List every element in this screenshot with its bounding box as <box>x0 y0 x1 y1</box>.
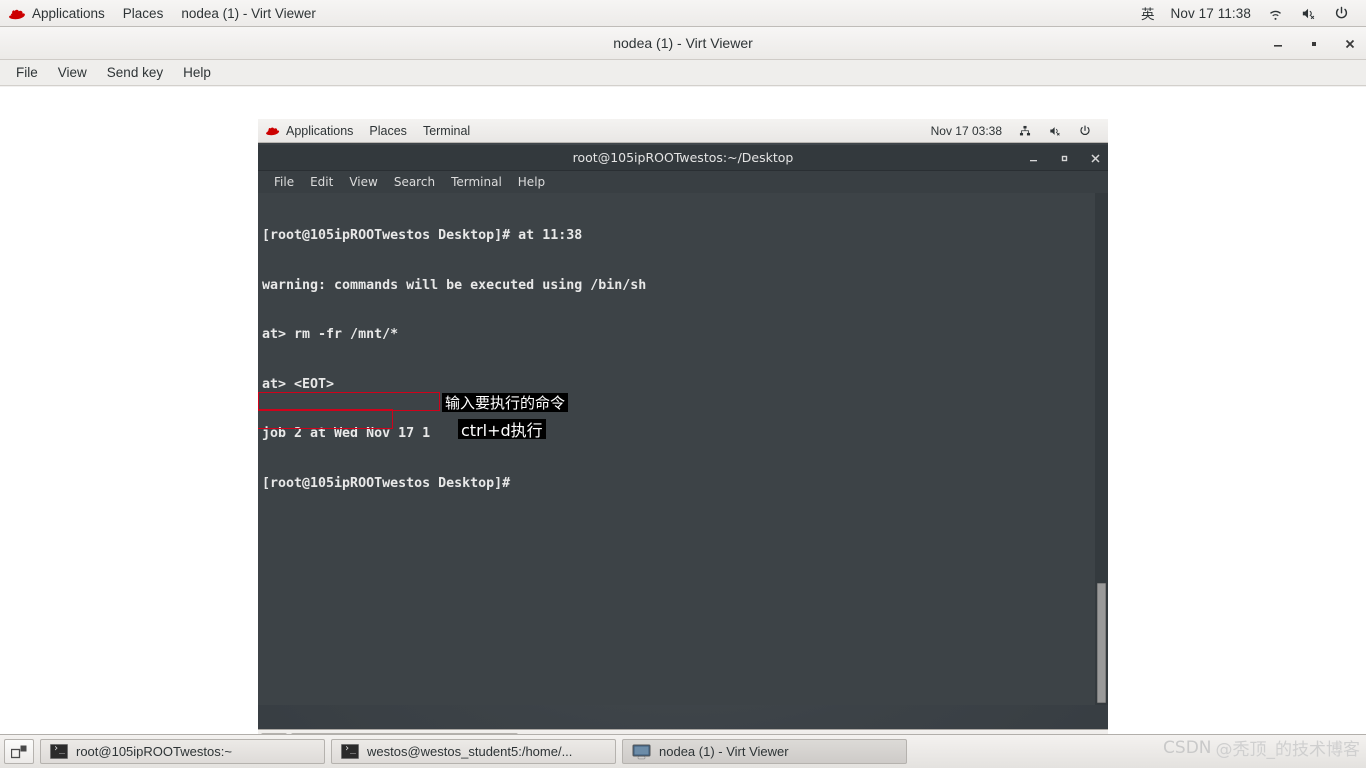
terminal-menu-view[interactable]: View <box>341 174 385 190</box>
watermark-brand: CSDN <box>1163 737 1212 758</box>
watermark-author: @秃顶_的技术博客 <box>1215 740 1361 760</box>
terminal-line: warning: commands will be executed using… <box>262 277 647 293</box>
host-places-menu[interactable]: Places <box>114 0 173 26</box>
vm-top-panel: Applications Places Terminal Nov 17 03:3… <box>258 119 1108 143</box>
vm-places-menu[interactable]: Places <box>361 119 415 142</box>
menu-help[interactable]: Help <box>173 63 221 82</box>
terminal-line: job 2 at Wed Nov 17 1 <box>262 426 431 441</box>
virt-viewer-window: nodea (1) - Virt Viewer File View Send k… <box>0 27 1366 756</box>
vm-applications-label: Applications <box>286 123 354 138</box>
minimize-icon[interactable] <box>1270 36 1286 52</box>
terminal-menu-search[interactable]: Search <box>386 174 443 190</box>
close-icon[interactable] <box>1342 36 1358 52</box>
menu-file[interactable]: File <box>6 63 48 82</box>
terminal-line: at> <EOT> <box>262 376 335 392</box>
terminal-icon <box>341 743 359 759</box>
terminal-scrollbar-thumb[interactable] <box>1097 583 1106 703</box>
network-icon[interactable] <box>1010 119 1040 142</box>
terminal-body[interactable]: [root@105ipROOTwestos Desktop]# at 11:38… <box>258 193 1108 705</box>
power-icon[interactable] <box>1325 0 1358 26</box>
host-taskbar-item-3-label: nodea (1) - Virt Viewer <box>659 744 789 759</box>
host-applications-label: Applications <box>32 5 105 21</box>
power-icon[interactable] <box>1070 119 1100 142</box>
maximize-icon[interactable] <box>1306 36 1322 52</box>
vm-terminal-menu[interactable]: Terminal <box>415 119 478 142</box>
virt-viewer-menubar: File View Send key Help <box>0 60 1366 86</box>
host-panel-right: 英 Nov 17 11:38 <box>1133 0 1366 26</box>
wifi-icon[interactable] <box>1259 0 1292 26</box>
host-taskbar-item-2-label: westos@westos_student5:/home/... <box>367 744 573 759</box>
show-desktop-icon[interactable] <box>4 739 34 764</box>
monitor-icon <box>632 744 651 760</box>
host-taskbar-item-1-label: root@105ipROOTwestos:~ <box>76 744 232 759</box>
host-taskbar-item-2[interactable]: westos@westos_student5:/home/... <box>331 739 616 764</box>
vm-screen[interactable]: 西部开源 Applications Places Ter <box>258 119 1108 756</box>
virt-viewer-title: nodea (1) - Virt Viewer <box>613 35 753 51</box>
close-icon[interactable] <box>1089 152 1102 165</box>
terminal-window[interactable]: root@105ipROOTwestos:~/Desktop File Edit… <box>258 145 1108 705</box>
vm-applications-menu[interactable]: Applications <box>258 119 361 142</box>
redhat-logo-icon <box>266 125 280 136</box>
terminal-menu-file[interactable]: File <box>266 174 302 190</box>
terminal-icon <box>50 743 68 759</box>
redhat-logo-icon <box>9 7 26 20</box>
terminal-output: [root@105ipROOTwestos Desktop]# at 11:38… <box>260 195 1108 525</box>
host-taskbar: root@105ipROOTwestos:~ westos@westos_stu… <box>0 734 1366 768</box>
terminal-line: at> rm -fr /mnt/* <box>262 327 399 342</box>
host-places-label: Places <box>122 5 164 21</box>
maximize-icon[interactable] <box>1058 152 1071 165</box>
host-panel-left: Applications Places nodea (1) - Virt Vie… <box>0 0 325 26</box>
annotation-ctrl-d: ctrl+d执行 <box>458 419 546 440</box>
csdn-watermark: CSDN @秃顶_的技术博客 <box>1163 735 1361 761</box>
terminal-menu-help[interactable]: Help <box>510 174 553 190</box>
terminal-scrollbar[interactable] <box>1095 193 1108 705</box>
terminal-title: root@105ipROOTwestos:~/Desktop <box>572 150 794 165</box>
volume-muted-icon[interactable] <box>1292 0 1325 26</box>
host-active-window-label[interactable]: nodea (1) - Virt Viewer <box>172 0 325 26</box>
virt-viewer-titlebar[interactable]: nodea (1) - Virt Viewer <box>0 27 1366 60</box>
terminal-menubar: File Edit View Search Terminal Help <box>258 171 1108 193</box>
host-applications-menu[interactable]: Applications <box>0 0 114 26</box>
terminal-line: [root@105ipROOTwestos Desktop]# <box>262 475 511 491</box>
annotation-enter-command: 输入要执行的命令 <box>442 393 569 412</box>
menu-send-key[interactable]: Send key <box>97 63 173 82</box>
host-clock[interactable]: Nov 17 11:38 <box>1162 0 1259 26</box>
vm-clock[interactable]: Nov 17 03:38 <box>923 119 1010 142</box>
vm-panel-left: Applications Places Terminal <box>258 119 478 142</box>
virt-viewer-window-controls <box>1270 27 1358 60</box>
terminal-titlebar[interactable]: root@105ipROOTwestos:~/Desktop <box>258 145 1108 171</box>
host-top-panel: Applications Places nodea (1) - Virt Vie… <box>0 0 1366 27</box>
terminal-menu-edit[interactable]: Edit <box>302 174 341 190</box>
input-method-indicator[interactable]: 英 <box>1133 0 1163 26</box>
minimize-icon[interactable] <box>1027 152 1040 165</box>
terminal-window-controls <box>1027 145 1102 171</box>
vm-panel-right: Nov 17 03:38 <box>923 119 1108 142</box>
terminal-menu-terminal[interactable]: Terminal <box>443 174 510 190</box>
volume-muted-icon[interactable] <box>1040 119 1070 142</box>
host-taskbar-item-1[interactable]: root@105ipROOTwestos:~ <box>40 739 325 764</box>
host-taskbar-item-3[interactable]: nodea (1) - Virt Viewer <box>622 739 907 764</box>
terminal-line: [root@105ipROOTwestos Desktop]# at 11:38 <box>262 228 583 243</box>
menu-view[interactable]: View <box>48 63 97 82</box>
vm-display-area: 西部开源 Applications Places Ter <box>0 87 1366 756</box>
